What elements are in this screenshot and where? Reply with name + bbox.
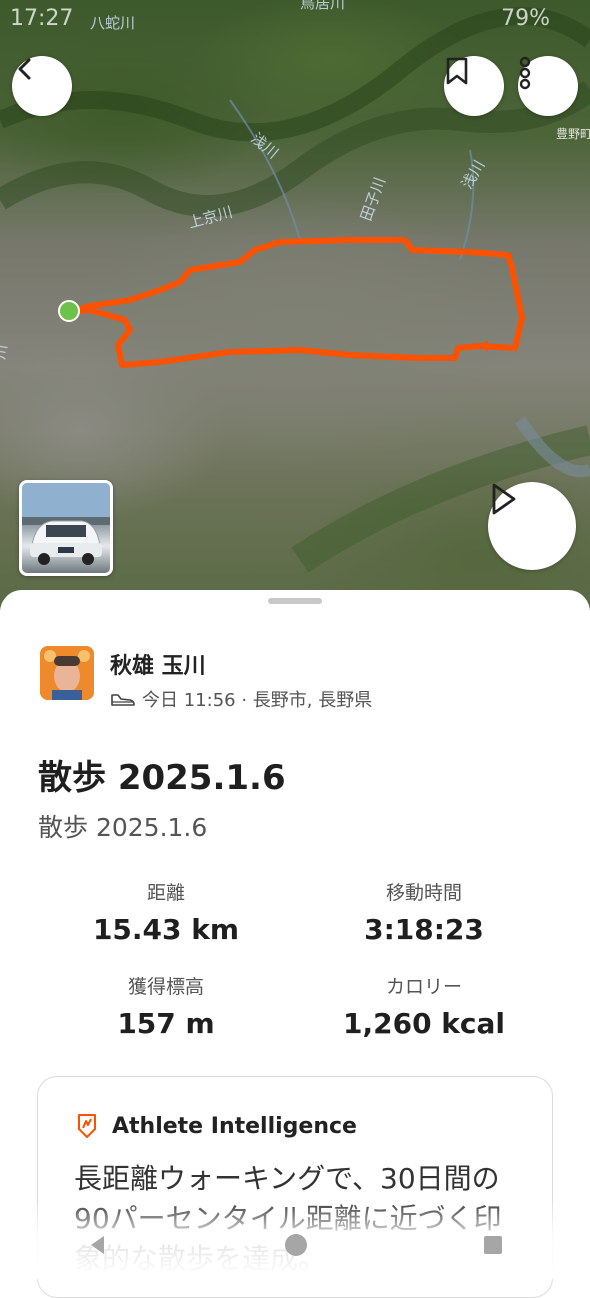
avatar-image xyxy=(40,646,94,700)
home-icon[interactable] xyxy=(283,1232,309,1258)
map-label: 川 xyxy=(0,343,11,361)
activity-date-location: 今日 11:56 · 長野市, 長野県 xyxy=(142,690,373,711)
activity-description: 散歩 2025.1.6 xyxy=(38,813,208,842)
more-options-button[interactable] xyxy=(518,56,578,116)
stat-value: 1,260 kcal xyxy=(342,1007,506,1040)
chevron-left-icon xyxy=(18,58,31,80)
map-label: 豊野町 xyxy=(556,127,590,141)
route-line xyxy=(69,237,525,368)
shoe-icon xyxy=(111,694,135,706)
stat-calories: カロリー 1,260 kcal xyxy=(294,972,554,1040)
activity-meta: 今日 11:56 · 長野市, 長野県 xyxy=(110,686,372,712)
activity-photo-thumbnail[interactable] xyxy=(19,480,113,576)
play-flyover-button[interactable] xyxy=(488,482,576,570)
athlete-name[interactable]: 秋雄 玉川 xyxy=(110,648,206,680)
car-photo xyxy=(22,483,110,565)
play-icon xyxy=(492,483,516,515)
bookmark-icon xyxy=(446,57,468,85)
status-bar: 17:27 79% xyxy=(10,4,550,32)
status-battery: 79% xyxy=(501,5,550,31)
stat-label: カロリー xyxy=(385,976,462,998)
avatar[interactable] xyxy=(40,646,94,700)
stat-value: 3:18:23 xyxy=(364,913,484,946)
stat-label: 移動時間 xyxy=(385,882,462,904)
athlete-intelligence-header: Athlete Intelligence xyxy=(76,1113,357,1139)
stat-moving-time: 移動時間 3:18:23 xyxy=(294,878,554,946)
stat-value: 157 m xyxy=(117,1007,215,1040)
route-map[interactable]: 八蛇川 鳥居川 浅川 田子川 上京川 浅川 豊野町 川 17:27 79% xyxy=(0,0,590,610)
stat-elevation-gain: 獲得標高 157 m xyxy=(36,972,296,1040)
athlete-intelligence-icon xyxy=(78,1114,96,1138)
stat-label: 距離 xyxy=(146,882,185,904)
activity-details-sheet: 秋雄 玉川 今日 11:56 · 長野市, 長野県 散歩 2025.1.6 散歩… xyxy=(0,590,590,1298)
recents-icon[interactable] xyxy=(482,1234,504,1256)
route-start-marker xyxy=(58,300,80,322)
stat-distance: 距離 15.43 km xyxy=(36,878,296,946)
map-label: 田子川 xyxy=(357,175,389,223)
stat-label: 獲得標高 xyxy=(127,976,204,998)
route-direction-arrow xyxy=(478,340,488,352)
map-label: 浅川 xyxy=(458,157,489,192)
back-button[interactable] xyxy=(12,56,72,116)
activity-title: 散歩 2025.1.6 xyxy=(38,758,286,798)
back-icon[interactable] xyxy=(86,1233,110,1257)
bookmark-button[interactable] xyxy=(444,56,504,116)
status-time: 17:27 xyxy=(10,5,74,31)
more-vertical-icon xyxy=(519,56,531,90)
sheet-drag-handle[interactable] xyxy=(268,598,322,604)
system-navigation-bar xyxy=(0,1220,590,1270)
stat-value: 15.43 km xyxy=(92,913,240,946)
athlete-intelligence-title: Athlete Intelligence xyxy=(112,1113,357,1139)
